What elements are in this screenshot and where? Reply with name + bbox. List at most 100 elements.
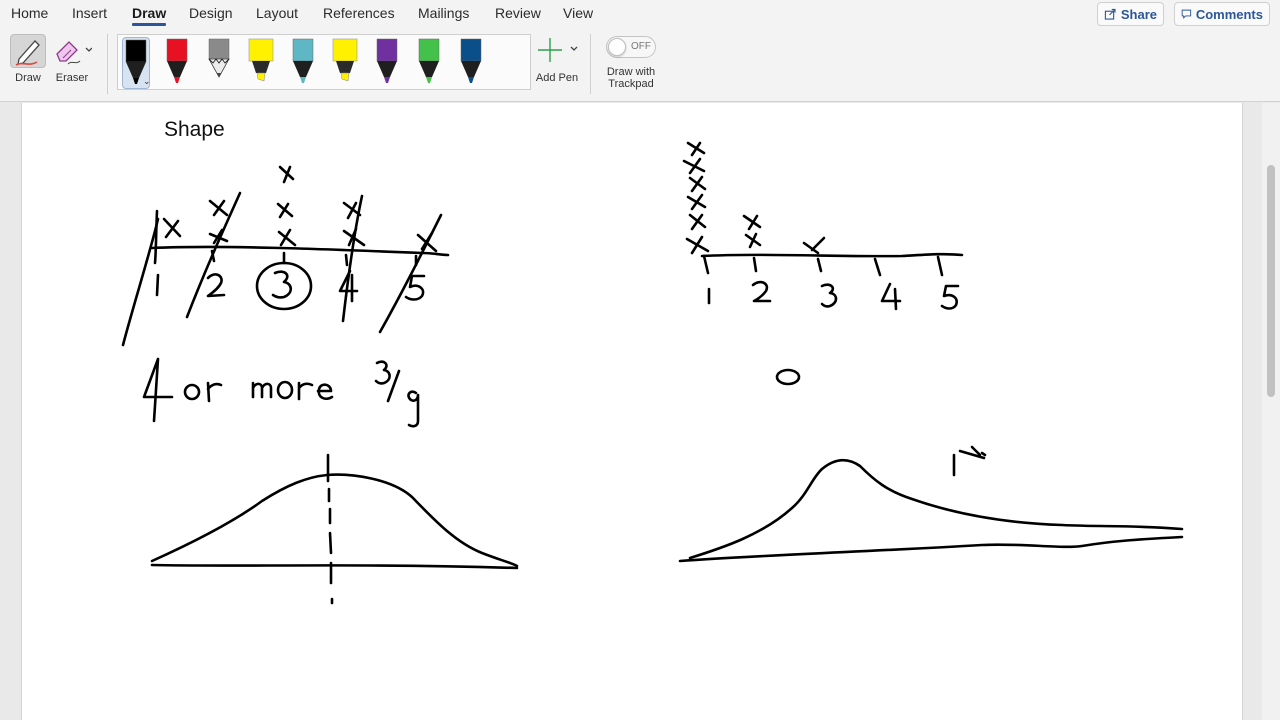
- trackpad-label-line2: Trackpad: [608, 78, 654, 90]
- share-label: Share: [1120, 6, 1157, 22]
- tab-design[interactable]: Design: [189, 5, 233, 21]
- add-pen-icon: [538, 38, 578, 62]
- ink-x: [162, 217, 182, 239]
- ink-number-2: [751, 280, 772, 303]
- ink-skewed-curve: [678, 445, 1184, 563]
- draw-tool-box: [10, 34, 46, 68]
- yellow-highlighter-icon: [248, 38, 274, 82]
- eraser-box: [52, 34, 93, 68]
- vertical-scrollbar[interactable]: [1262, 103, 1280, 720]
- ink-tick: [816, 257, 823, 273]
- ink-number-3: [374, 360, 391, 385]
- ink-strike: [378, 213, 443, 334]
- ink-symmetric-curve: [150, 453, 519, 605]
- tab-view[interactable]: View: [563, 5, 593, 21]
- blue-pen-icon: [460, 38, 482, 83]
- trackpad-switch[interactable]: OFF: [606, 36, 656, 58]
- ink-letter-o: [183, 383, 201, 401]
- tab-home[interactable]: Home: [11, 5, 48, 21]
- switch-knob: [608, 38, 626, 56]
- ink-zero: [775, 368, 801, 386]
- ink-tick: [936, 255, 944, 277]
- ink-x: [208, 199, 229, 217]
- ink-strike: [121, 217, 160, 347]
- ink-note-4-or-more: [142, 357, 420, 428]
- ink-baseline: [150, 563, 519, 570]
- galaxy-pen-icon: [292, 38, 314, 83]
- add-pen-button[interactable]: Add Pen: [533, 34, 581, 84]
- ink-baseline: [678, 535, 1184, 563]
- share-button[interactable]: Share: [1097, 2, 1164, 26]
- gray-pencil-icon: [208, 38, 230, 78]
- ink-x: [686, 193, 707, 211]
- ink-tick: [752, 256, 758, 273]
- eraser-tool-button[interactable]: Eraser: [52, 34, 93, 84]
- ribbon-divider: [107, 34, 108, 94]
- tab-draw[interactable]: Draw: [132, 5, 167, 26]
- share-icon: [1104, 8, 1116, 20]
- draw-label: Draw: [15, 72, 41, 84]
- ink-x: [276, 202, 294, 219]
- black-pen-button[interactable]: ⌄: [122, 37, 151, 89]
- ink-number-1: [155, 273, 160, 297]
- ink-letter-r: [206, 381, 223, 403]
- yellow-highlighter-2-button[interactable]: [332, 37, 360, 89]
- ink-tick: [344, 253, 349, 267]
- ink-number-2: [206, 273, 226, 298]
- galaxy-pen-button[interactable]: [290, 37, 318, 89]
- ink-number-5: [940, 284, 960, 310]
- ink-number-4: [142, 357, 174, 423]
- document-page[interactable]: Shape: [21, 103, 1243, 720]
- ink-letter-m: [251, 381, 273, 399]
- draw-pen-icon: [15, 40, 40, 66]
- tab-references[interactable]: References: [323, 5, 395, 21]
- ink-number-9: [407, 390, 420, 428]
- ink-x: [688, 213, 707, 231]
- ink-tick: [873, 257, 882, 277]
- green-pen-button[interactable]: [416, 37, 444, 89]
- comment-icon: [1181, 9, 1192, 19]
- ink-axis-line: [150, 245, 450, 257]
- yellow-highlighter-button[interactable]: [248, 37, 276, 89]
- ink-x: [686, 141, 706, 157]
- document-area: Shape: [0, 103, 1280, 720]
- ink-dotplot-left: [121, 165, 450, 347]
- chevron-down-icon[interactable]: ⌄: [143, 76, 151, 87]
- ink-tick: [702, 254, 710, 275]
- green-pen-icon: [418, 38, 440, 83]
- ink-tick: [153, 209, 159, 265]
- ink-letter-o: [276, 380, 294, 400]
- ink-circle: [255, 261, 313, 311]
- ink-x: [278, 165, 295, 184]
- red-pen-icon: [166, 38, 188, 83]
- ink-strike: [185, 191, 242, 319]
- tab-insert[interactable]: Insert: [72, 5, 107, 21]
- trackpad-label-line1: Draw with: [606, 66, 656, 78]
- ink-drawing-canvas[interactable]: [22, 103, 1242, 720]
- ink-number-4: [880, 282, 902, 311]
- ink-letter-x: [958, 445, 987, 460]
- ink-number-3: [271, 270, 293, 299]
- tab-mailings[interactable]: Mailings: [418, 5, 469, 21]
- draw-with-trackpad-toggle[interactable]: OFF Draw with Trackpad: [598, 34, 664, 90]
- pen-gallery: ⌄: [117, 34, 531, 90]
- eraser-label: Eraser: [55, 72, 89, 84]
- ink-x: [744, 232, 762, 249]
- purple-pen-button[interactable]: [374, 37, 402, 89]
- red-pen-button[interactable]: [164, 37, 192, 89]
- blue-pen-button[interactable]: [458, 37, 486, 89]
- tab-layout[interactable]: Layout: [256, 5, 298, 21]
- ink-dotplot-right: [682, 141, 964, 311]
- ink-x: [688, 175, 707, 193]
- purple-pen-icon: [376, 38, 398, 83]
- eraser-icon: [56, 41, 93, 65]
- add-pen-label: Add Pen: [535, 72, 579, 84]
- gray-pencil-button[interactable]: [206, 37, 234, 89]
- scrollbar-thumb[interactable]: [1267, 165, 1275, 397]
- ribbon-tab-bar: Home Insert Draw Design Layout Reference…: [0, 0, 1280, 28]
- comments-button[interactable]: Comments: [1174, 2, 1270, 26]
- draw-tool-button[interactable]: Draw: [10, 34, 46, 84]
- tab-review[interactable]: Review: [495, 5, 541, 21]
- ribbon-divider: [590, 34, 591, 94]
- ink-curve: [150, 473, 519, 568]
